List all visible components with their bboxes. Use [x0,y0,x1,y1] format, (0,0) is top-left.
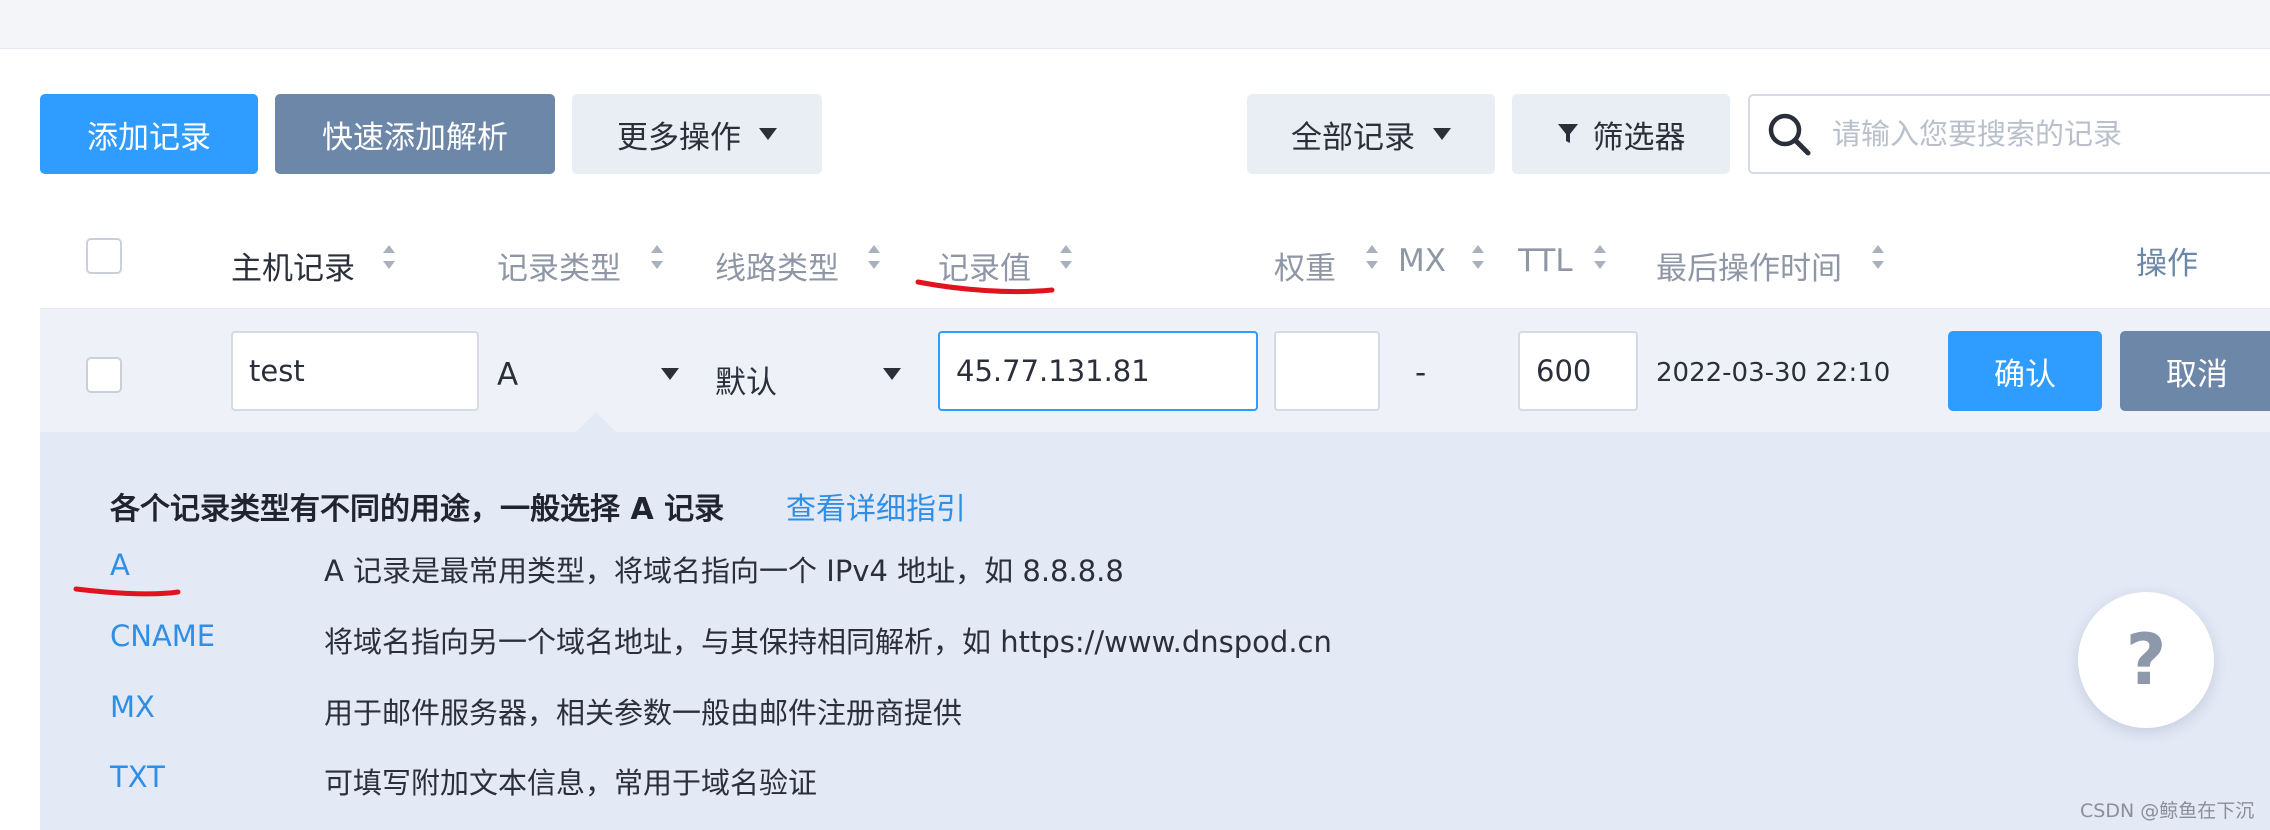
sort-icon[interactable] [383,245,395,269]
sort-icon[interactable] [1366,245,1378,269]
header-mx[interactable]: MX [1398,243,1446,279]
header-ttl[interactable]: TTL [1518,243,1573,279]
search-box[interactable] [1748,94,2270,174]
top-strip [0,0,2270,49]
last-modified-value: 2022-03-30 22:10 [1656,358,1891,388]
search-icon [1768,113,1811,156]
value-input-value: 45.77.131.81 [956,354,1150,388]
panel-pointer [576,412,616,432]
help-desc-cname: 将域名指向另一个域名地址，与其保持相同解析，如 https://www.dnsp… [324,625,1332,659]
type-select-value[interactable]: A [497,357,518,393]
help-type-txt[interactable]: TXT [110,760,165,794]
line-select-caret-icon[interactable] [883,368,901,380]
more-actions-label: 更多操作 [617,119,741,156]
header-type[interactable]: 记录类型 [497,243,621,288]
quick-add-label: 快速添加解析 [322,119,508,156]
guide-link[interactable]: 查看详细指引 [786,484,966,528]
line-select-value[interactable]: 默认 [715,357,777,402]
sort-icon[interactable] [1594,245,1606,269]
host-input-value: test [249,354,305,388]
header-host[interactable]: 主机记录 [231,243,355,288]
header-actions: 操作 [2136,246,2198,282]
help-type-a[interactable]: A [110,548,130,582]
filter-button[interactable]: 筛选器 [1512,94,1730,174]
caret-down-icon [759,128,777,140]
sort-icon[interactable] [1472,245,1484,269]
ttl-input-value: 600 [1536,354,1592,388]
ttl-input[interactable]: 600 [1518,331,1638,411]
help-type-cname[interactable]: CNAME [110,619,215,653]
cancel-button[interactable]: 取消 [2120,331,2270,411]
sort-icon[interactable] [1060,245,1072,269]
search-input[interactable] [1830,116,2254,152]
help-desc-txt: 可填写附加文本信息，常用于域名验证 [324,766,818,800]
cancel-label: 取消 [2166,356,2228,393]
select-all-checkbox[interactable] [86,238,122,274]
header-line[interactable]: 线路类型 [715,243,839,288]
weight-input[interactable] [1274,331,1380,411]
help-type-mx[interactable]: MX [110,690,155,724]
host-input[interactable]: test [231,331,479,411]
sort-icon[interactable] [868,245,880,269]
type-select-caret-icon[interactable] [661,368,679,380]
help-fab-label: ? [2125,619,2167,701]
filter-icon [1557,124,1578,143]
confirm-label: 确认 [1994,356,2056,393]
row-checkbox[interactable] [86,357,122,393]
confirm-button[interactable]: 确认 [1948,331,2102,411]
caret-down-icon [1433,128,1451,140]
help-question-icon[interactable]: ? [2078,592,2214,728]
add-record-button[interactable]: 添加记录 [40,94,258,174]
add-record-label: 添加记录 [87,119,211,156]
value-input[interactable]: 45.77.131.81 [938,331,1258,411]
sort-icon[interactable] [1872,245,1884,269]
sort-icon[interactable] [651,245,663,269]
more-actions-button[interactable]: 更多操作 [572,94,822,174]
header-weight[interactable]: 权重 [1274,243,1336,288]
all-records-label: 全部记录 [1291,119,1415,156]
header-value[interactable]: 记录值 [938,243,1031,288]
watermark: CSDN @鲸鱼在下沉 [2080,800,2255,822]
mx-value: - [1415,355,1427,391]
quick-add-button[interactable]: 快速添加解析 [275,94,555,174]
help-desc-a: A 记录是最常用类型，将域名指向一个 IPv4 地址，如 8.8.8.8 [324,554,1124,588]
all-records-dropdown[interactable]: 全部记录 [1247,94,1495,174]
help-title: 各个记录类型有不同的用途，一般选择 A 记录 [110,492,725,527]
help-desc-mx: 用于邮件服务器，相关参数一般由邮件注册商提供 [324,696,963,730]
filter-label: 筛选器 [1592,119,1686,156]
header-last-modified[interactable]: 最后操作时间 [1656,243,1842,288]
